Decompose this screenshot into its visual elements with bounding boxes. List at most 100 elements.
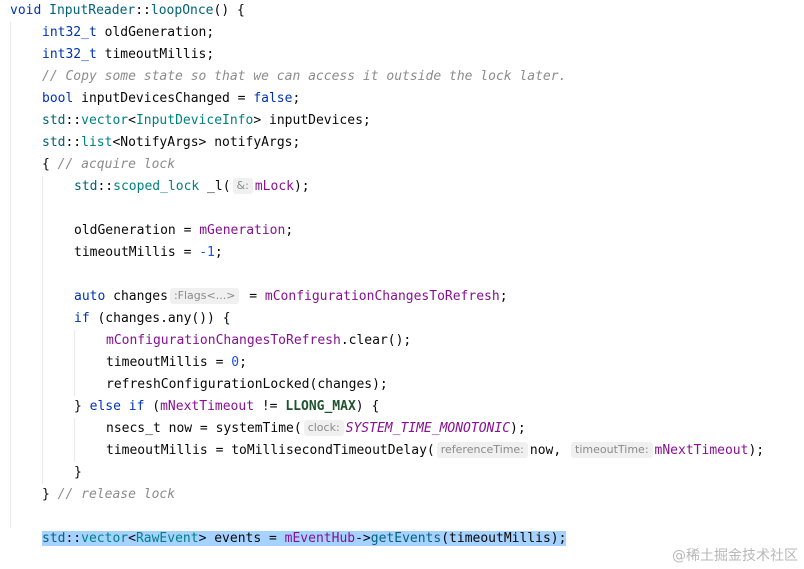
member-variable: mNextTimeout xyxy=(654,443,749,458)
code-text: > inputDevices; xyxy=(253,113,371,128)
code-text: ; xyxy=(214,245,223,260)
parameter-hint: &: xyxy=(232,178,253,194)
parameter-hint: timeoutTime: xyxy=(571,442,653,458)
code-line-6[interactable]: std::vector<InputDeviceInfo> inputDevice… xyxy=(0,110,804,132)
number-literal: -1 xyxy=(199,245,215,260)
code-line-19[interactable]: } else if (mNextTimeout != LLONG_MAX) { xyxy=(0,396,804,418)
code-editor[interactable]: void InputReader::loopOnce() { int32_t o… xyxy=(0,0,804,569)
code-line-22[interactable]: } xyxy=(0,462,804,484)
code-text: .clear(); xyxy=(340,333,412,348)
code-text: now = systemTime( xyxy=(160,421,302,436)
code-line-2[interactable]: int32_t oldGeneration; xyxy=(0,22,804,44)
code-text: inputDevicesChanged = xyxy=(73,91,254,106)
code-line-12[interactable]: timeoutMillis = -1; xyxy=(0,242,804,264)
watermark: @稀土掘金技术社区 xyxy=(672,548,798,564)
keyword: void xyxy=(10,3,42,18)
code-text: ; xyxy=(285,223,294,238)
code-line-4[interactable]: // Copy some state so that we can access… xyxy=(0,66,804,88)
code-text: timeoutMillis = xyxy=(74,245,200,260)
code-text: ) { xyxy=(355,399,380,414)
code-line-16[interactable]: mConfigurationChangesToRefresh.clear(); xyxy=(0,330,804,352)
code-text: oldGeneration; xyxy=(96,25,215,40)
number-literal: 0 xyxy=(231,355,240,370)
enum-constant: SYSTEM_TIME_MONOTONIC xyxy=(345,421,511,436)
code-line-3[interactable]: int32_t timeoutMillis; xyxy=(0,44,804,66)
method-name: loopOnce xyxy=(150,3,214,18)
parameter-hint: referenceTime: xyxy=(436,442,528,458)
member-variable: mLock xyxy=(254,179,294,194)
code-text: < xyxy=(128,531,136,546)
comment: // Copy some state so that we can access… xyxy=(42,69,567,84)
code-line-23[interactable]: } // release lock xyxy=(0,484,804,506)
code-text: timeoutMillis; xyxy=(96,47,215,62)
type-name: nsecs_t xyxy=(106,421,161,436)
arrow-operator: -> xyxy=(355,531,371,546)
code-text: changes xyxy=(105,289,168,304)
type-keyword: int32_t xyxy=(42,25,97,40)
code-line-11[interactable]: oldGeneration = mGeneration; xyxy=(0,220,804,242)
type-name: scoped_lock xyxy=(113,179,200,194)
namespace: std xyxy=(42,531,66,546)
code-text: != xyxy=(254,399,286,414)
code-line-15[interactable]: if (changes.any()) { xyxy=(0,308,804,330)
scope-operator: :: xyxy=(135,3,151,18)
code-line-9[interactable]: std::scoped_lock _l(&: mLock); xyxy=(0,176,804,198)
code-text: (timeoutMillis); xyxy=(441,531,567,546)
code-text: ); xyxy=(293,179,310,194)
code-line-8[interactable]: { // acquire lock xyxy=(0,154,804,176)
keyword: else if xyxy=(89,399,145,414)
scope-operator: :: xyxy=(97,179,114,194)
scope-operator: :: xyxy=(65,531,82,546)
code-text: } xyxy=(42,487,58,502)
code-text: { xyxy=(42,157,58,172)
type-name: list xyxy=(81,135,113,150)
code-line-17[interactable]: timeoutMillis = 0; xyxy=(0,352,804,374)
namespace: std xyxy=(42,113,66,128)
comment: // release lock xyxy=(57,487,176,502)
scope-operator: :: xyxy=(65,135,82,150)
code-text: ; xyxy=(239,355,247,370)
code-text: timeoutMillis = xyxy=(106,355,232,370)
code-text: = xyxy=(241,289,265,304)
comment: // acquire lock xyxy=(57,157,176,172)
macro-name: LLONG_MAX xyxy=(285,399,356,414)
code-text: > events = xyxy=(198,531,285,546)
namespace: std xyxy=(74,179,98,194)
member-variable: mConfigurationChangesToRefresh xyxy=(264,289,500,304)
scope-operator: :: xyxy=(65,113,82,128)
parameter-hint: clock: xyxy=(303,420,344,436)
bool-literal: false xyxy=(253,91,293,106)
code-text: (changes.any()) { xyxy=(89,311,231,326)
code-text: refreshConfigurationLocked(changes); xyxy=(106,377,388,392)
member-variable: mEventHub xyxy=(284,531,356,546)
namespace: std xyxy=(42,135,66,150)
method-call: getEvents xyxy=(370,531,442,546)
code-line-7[interactable]: std::list<NotifyArgs> notifyArgs; xyxy=(0,132,804,154)
keyword: if xyxy=(74,311,90,326)
type-name: vector xyxy=(81,531,129,546)
type-hint: :Flags<...> xyxy=(169,288,240,304)
code-text: ( xyxy=(144,399,161,414)
code-line-21[interactable]: timeoutMillis = toMillisecondTimeoutDela… xyxy=(0,440,804,462)
code-text: () { xyxy=(213,3,245,18)
code-line-1[interactable]: void InputReader::loopOnce() { xyxy=(0,0,804,22)
class-name: InputReader xyxy=(49,3,136,18)
type-name: InputDeviceInfo xyxy=(135,113,254,128)
member-variable: mNextTimeout xyxy=(160,399,255,414)
code-text: } xyxy=(74,399,90,414)
code-text: timeoutMillis = toMillisecondTimeoutDela… xyxy=(106,443,435,458)
code-line-5[interactable]: bool inputDevicesChanged = false; xyxy=(0,88,804,110)
code-text: < xyxy=(128,113,136,128)
code-text: ; xyxy=(499,289,508,304)
code-line-20[interactable]: nsecs_t now = systemTime(clock: SYSTEM_TI… xyxy=(0,418,804,440)
member-variable: mGeneration xyxy=(199,223,286,238)
text-selection[interactable]: std::vector<RawEvent> events = mEventHub… xyxy=(42,531,567,546)
code-text: <NotifyArgs> notifyArgs; xyxy=(112,135,301,150)
code-line-14[interactable]: auto changes:Flags<...> = mConfiguration… xyxy=(0,286,804,308)
code-text: } xyxy=(74,465,82,480)
keyword: auto xyxy=(74,289,106,304)
type-name: RawEvent xyxy=(135,531,199,546)
code-text: now, xyxy=(529,443,562,458)
type-name: vector xyxy=(81,113,129,128)
code-line-18[interactable]: refreshConfigurationLocked(changes); xyxy=(0,374,804,396)
